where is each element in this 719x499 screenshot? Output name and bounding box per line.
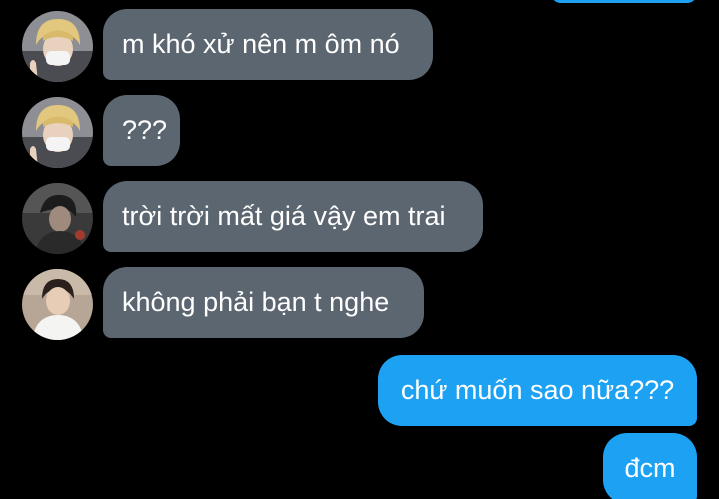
- message-bubble-outgoing[interactable]: đcm: [603, 433, 697, 499]
- message-bubble-outgoing[interactable]: chứ muốn sao nữa???: [378, 355, 697, 426]
- message-bubble[interactable]: ???: [103, 95, 180, 166]
- message-bubble[interactable]: m khó xử nên m ôm nó: [103, 9, 433, 80]
- previous-outgoing-bubble-edge: [551, 0, 697, 3]
- avatar-dark-photo[interactable]: [22, 183, 93, 254]
- message-bubble[interactable]: không phải bạn t nghe: [103, 267, 424, 338]
- avatar-white-shirt[interactable]: [22, 269, 93, 340]
- avatar-image: [22, 11, 93, 82]
- avatar-blond-masked[interactable]: [22, 11, 93, 82]
- avatar-image: [22, 97, 93, 168]
- avatar-blond-masked[interactable]: [22, 97, 93, 168]
- avatar-image: [22, 183, 93, 254]
- message-bubble[interactable]: trời trời mất giá vậy em trai: [103, 181, 483, 252]
- chat-thread: m khó xử nên m ôm nó ??? trời trời mất g…: [0, 0, 719, 499]
- avatar-image: [22, 269, 93, 340]
